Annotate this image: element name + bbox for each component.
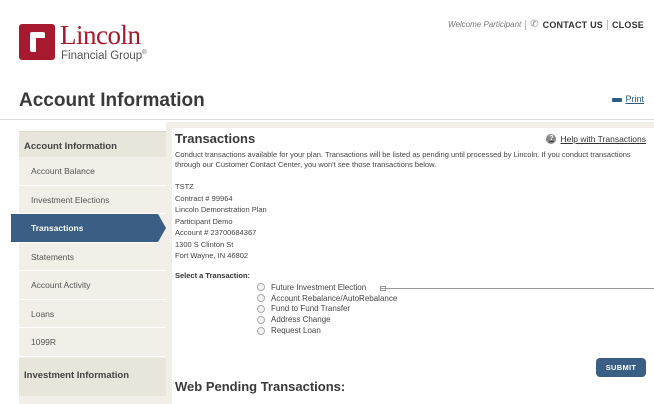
- sidebar-item-account-activity[interactable]: Account Activity: [19, 271, 166, 300]
- printer-icon: [612, 94, 623, 104]
- sidebar-item-investment-elections[interactable]: Investment Elections: [19, 186, 166, 214]
- question-icon: ?: [546, 134, 557, 144]
- radio-button[interactable]: [257, 315, 265, 324]
- transactions-panel: Transactions ? Help with Transactions Co…: [166, 122, 654, 404]
- divider: [525, 19, 527, 30]
- radio-button[interactable]: [257, 294, 265, 303]
- close-link[interactable]: CLOSE: [612, 20, 644, 30]
- option-future-investment-election[interactable]: Future Investment Election: [257, 282, 397, 293]
- page-title: Account Information: [19, 90, 205, 111]
- transaction-options: Future Investment Election Account Rebal…: [257, 282, 397, 336]
- contact-us-link[interactable]: CONTACT US: [543, 20, 603, 30]
- print-link[interactable]: Print: [612, 94, 644, 104]
- section-title: Transactions: [175, 131, 256, 146]
- radio-button[interactable]: [257, 283, 265, 292]
- print-label: Print: [625, 94, 644, 104]
- option-label: Fund to Fund Transfer: [271, 304, 351, 314]
- select-transaction-label: Select a Transaction:: [175, 271, 251, 280]
- pending-transactions-title: Web Pending Transactions:: [175, 379, 346, 394]
- header: Lincoln Financial Group® Welcome Partici…: [0, 0, 654, 78]
- help-label: Help with Transactions: [560, 134, 646, 144]
- lincoln-logo-icon: [19, 24, 55, 60]
- option-label: Future Investment Election: [271, 282, 367, 292]
- option-fund-to-fund-transfer[interactable]: Fund to Fund Transfer: [257, 304, 397, 315]
- account-address: TSTZ Contract # 99964 Lincoln Demonstrat…: [175, 181, 267, 262]
- address-line: 1300 S Clinton St: [175, 239, 234, 249]
- sidebar-header-account-information[interactable]: Account Information: [19, 131, 166, 157]
- radio-button[interactable]: [257, 304, 265, 313]
- address-line: Contract # 99964: [175, 193, 233, 203]
- title-bar: Account Information Print: [0, 78, 654, 120]
- option-label: Account Rebalance/AutoRebalance: [271, 293, 398, 303]
- phone-icon: ✆: [530, 19, 539, 30]
- help-link[interactable]: ? Help with Transactions: [546, 134, 646, 144]
- slider-track: [381, 288, 654, 289]
- option-label: Address Change: [271, 315, 331, 325]
- intro-text: Conduct transactions available for your …: [175, 150, 631, 169]
- logo-word: Lincoln: [60, 20, 141, 50]
- address-line: Participant Demo: [175, 216, 233, 226]
- sidebar-item-account-balance[interactable]: Account Balance: [19, 157, 166, 186]
- option-address-change[interactable]: Address Change: [257, 314, 397, 325]
- sidebar-item-loans[interactable]: Loans: [19, 300, 166, 328]
- logo-subtitle: Financial Group®: [61, 50, 147, 62]
- option-account-rebalance[interactable]: Account Rebalance/AutoRebalance: [257, 293, 397, 304]
- address-line: Lincoln Demonstration Plan: [175, 205, 267, 214]
- sidebar: Account Information Account Balance Inve…: [11, 131, 166, 404]
- address-line: Account # 23700684367: [175, 228, 257, 237]
- sidebar-item-statements[interactable]: Statements: [19, 243, 166, 271]
- option-request-loan[interactable]: Request Loan: [257, 325, 397, 336]
- lincoln-logo[interactable]: Lincoln Financial Group®: [19, 20, 147, 65]
- submit-button[interactable]: SUBMIT: [596, 358, 646, 377]
- address-line: Fort Wayne, IN 46802: [175, 251, 249, 260]
- divider: [606, 19, 608, 30]
- logo-sub-text: Financial Group: [61, 50, 143, 62]
- utility-nav: Welcome Participant ✆ CONTACT US CLOSE: [448, 19, 644, 30]
- sidebar-item-transactions[interactable]: Transactions: [11, 214, 166, 243]
- radio-button[interactable]: [257, 326, 265, 335]
- address-line: TSTZ: [175, 182, 194, 191]
- registered-mark: ®: [142, 50, 147, 57]
- option-label: Request Loan: [271, 326, 321, 336]
- sidebar-item-1099r[interactable]: 1099R: [19, 328, 166, 357]
- welcome-text: Welcome Participant: [448, 20, 522, 29]
- sidebar-header-investment-information[interactable]: Investment Information: [19, 358, 166, 396]
